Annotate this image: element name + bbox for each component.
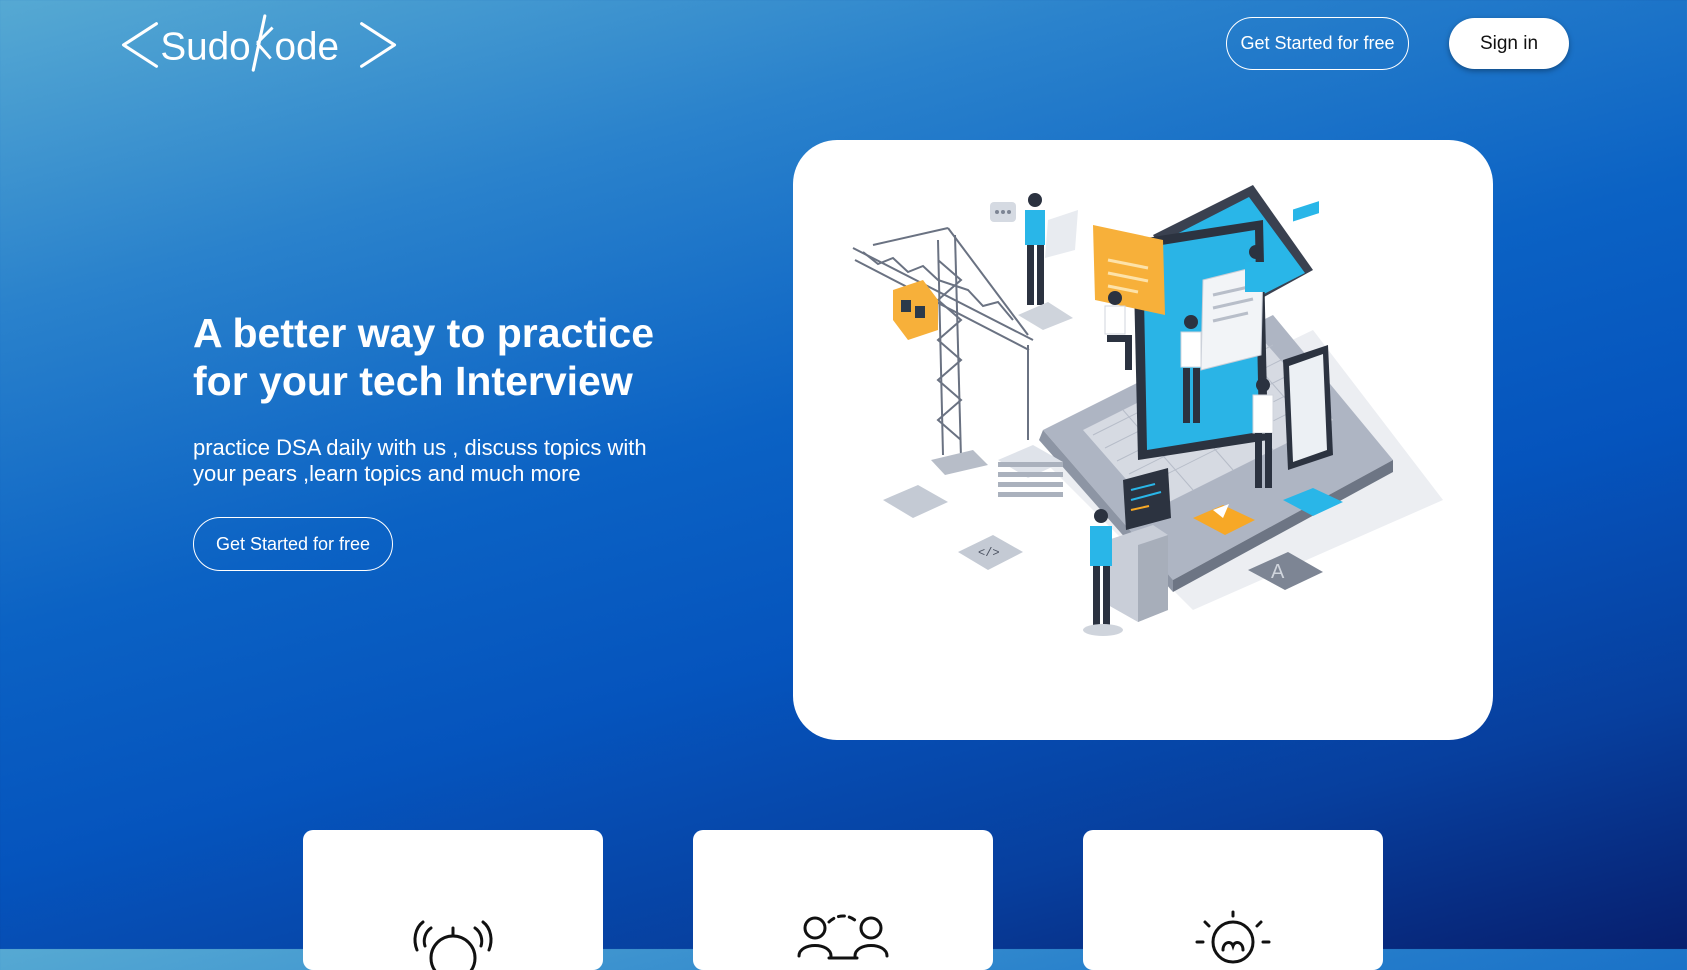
- orange-panel: [1093, 225, 1165, 315]
- svg-text:</>: </>: [978, 546, 1000, 560]
- svg-text:A: A: [1271, 561, 1285, 583]
- nav-get-started-button[interactable]: Get Started for free: [1226, 17, 1409, 70]
- crane: [852, 227, 1034, 459]
- idea-lightbulb-icon: [1195, 910, 1271, 964]
- feature-card-learn[interactable]: [1083, 830, 1383, 970]
- hero-get-started-button[interactable]: Get Started for free: [193, 517, 393, 571]
- hero-illustration-card: </> A: [793, 140, 1493, 740]
- hero-subtitle: practice DSA daily with us , discuss top…: [193, 435, 647, 486]
- person-top: [1018, 193, 1073, 330]
- sign-in-button[interactable]: Sign in: [1449, 18, 1569, 69]
- feature-card-discuss[interactable]: [693, 830, 993, 970]
- alarm-clock-icon: [413, 920, 493, 970]
- hero-headline: A better way to practice for your tech I…: [193, 310, 655, 404]
- feature-card-practice[interactable]: [303, 830, 603, 970]
- logo-sudo: Sudo: [160, 25, 250, 68]
- hero-illustration: </> A: [852, 185, 1443, 636]
- people-discussion-icon: [797, 914, 889, 960]
- logo-ode: ode: [275, 25, 340, 68]
- logo[interactable]: Sudo ode: [115, 14, 405, 74]
